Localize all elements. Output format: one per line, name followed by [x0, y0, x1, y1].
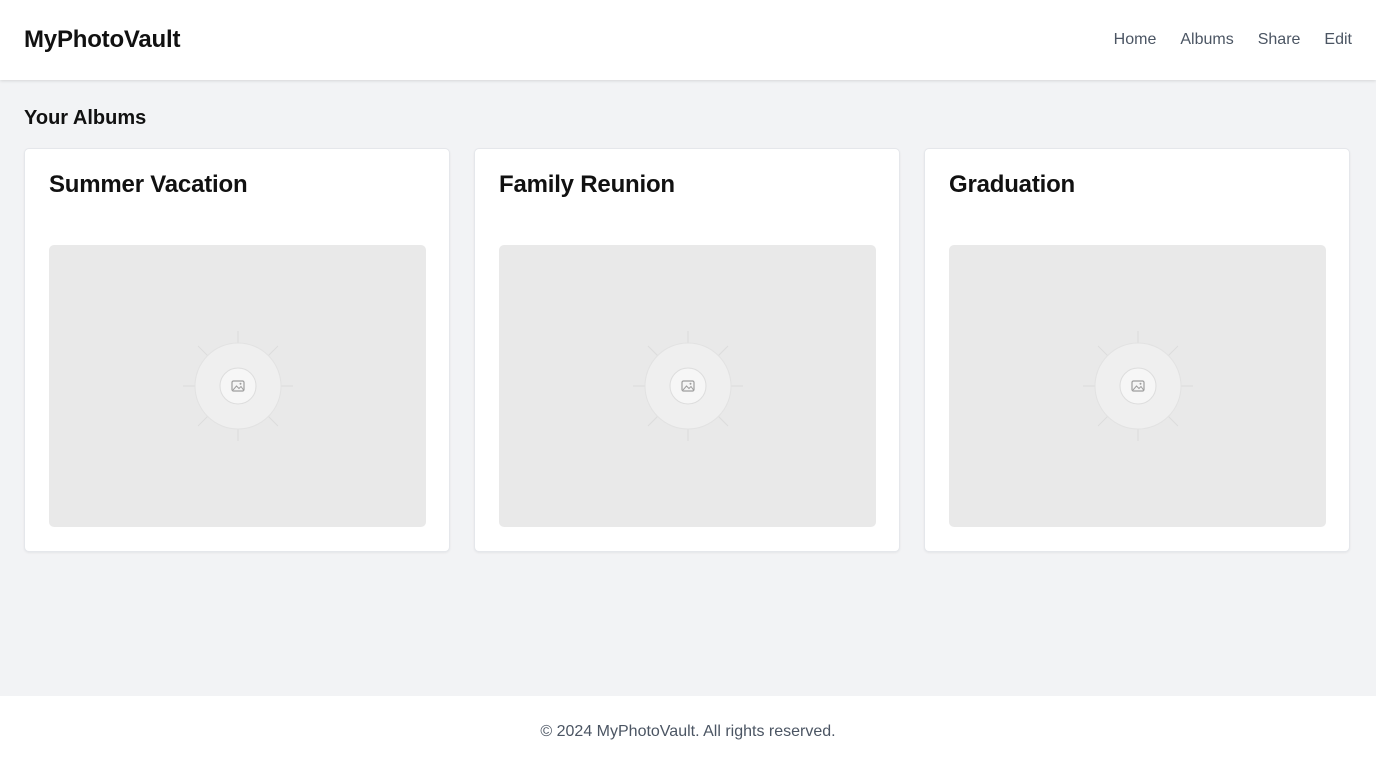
- main-content: Your Albums Summer Vacation Family Reuni…: [24, 80, 1352, 552]
- nav-home-link[interactable]: Home: [1114, 31, 1157, 49]
- footer-copyright: © 2024 MyPhotoVault. All rights reserved…: [540, 723, 836, 740]
- album-title: Graduation: [949, 171, 1076, 198]
- album-thumbnail[interactable]: [49, 245, 426, 527]
- site-footer: © 2024 MyPhotoVault. All rights reserved…: [0, 696, 1376, 768]
- image-placeholder-icon: [182, 331, 293, 441]
- image-placeholder-icon: [1082, 331, 1193, 441]
- album-card-graduation[interactable]: Graduation: [924, 148, 1350, 552]
- album-title: Family Reunion: [499, 171, 675, 198]
- main-nav: Home Albums Share Edit: [1114, 31, 1352, 49]
- section-title: Your Albums: [24, 107, 147, 129]
- nav-edit-link[interactable]: Edit: [1324, 31, 1352, 49]
- image-placeholder-icon: [632, 331, 743, 441]
- nav-albums-link[interactable]: Albums: [1180, 31, 1233, 49]
- site-logo[interactable]: MyPhotoVault: [24, 26, 180, 54]
- album-thumbnail[interactable]: [499, 245, 876, 527]
- album-grid: Summer Vacation Family Reunion Graduatio…: [24, 148, 1352, 552]
- site-header: MyPhotoVault Home Albums Share Edit: [0, 0, 1376, 80]
- album-card-family-reunion[interactable]: Family Reunion: [474, 148, 900, 552]
- nav-share-link[interactable]: Share: [1258, 31, 1301, 49]
- album-card-summer-vacation[interactable]: Summer Vacation: [24, 148, 450, 552]
- album-thumbnail[interactable]: [949, 245, 1326, 527]
- album-title: Summer Vacation: [49, 171, 248, 198]
